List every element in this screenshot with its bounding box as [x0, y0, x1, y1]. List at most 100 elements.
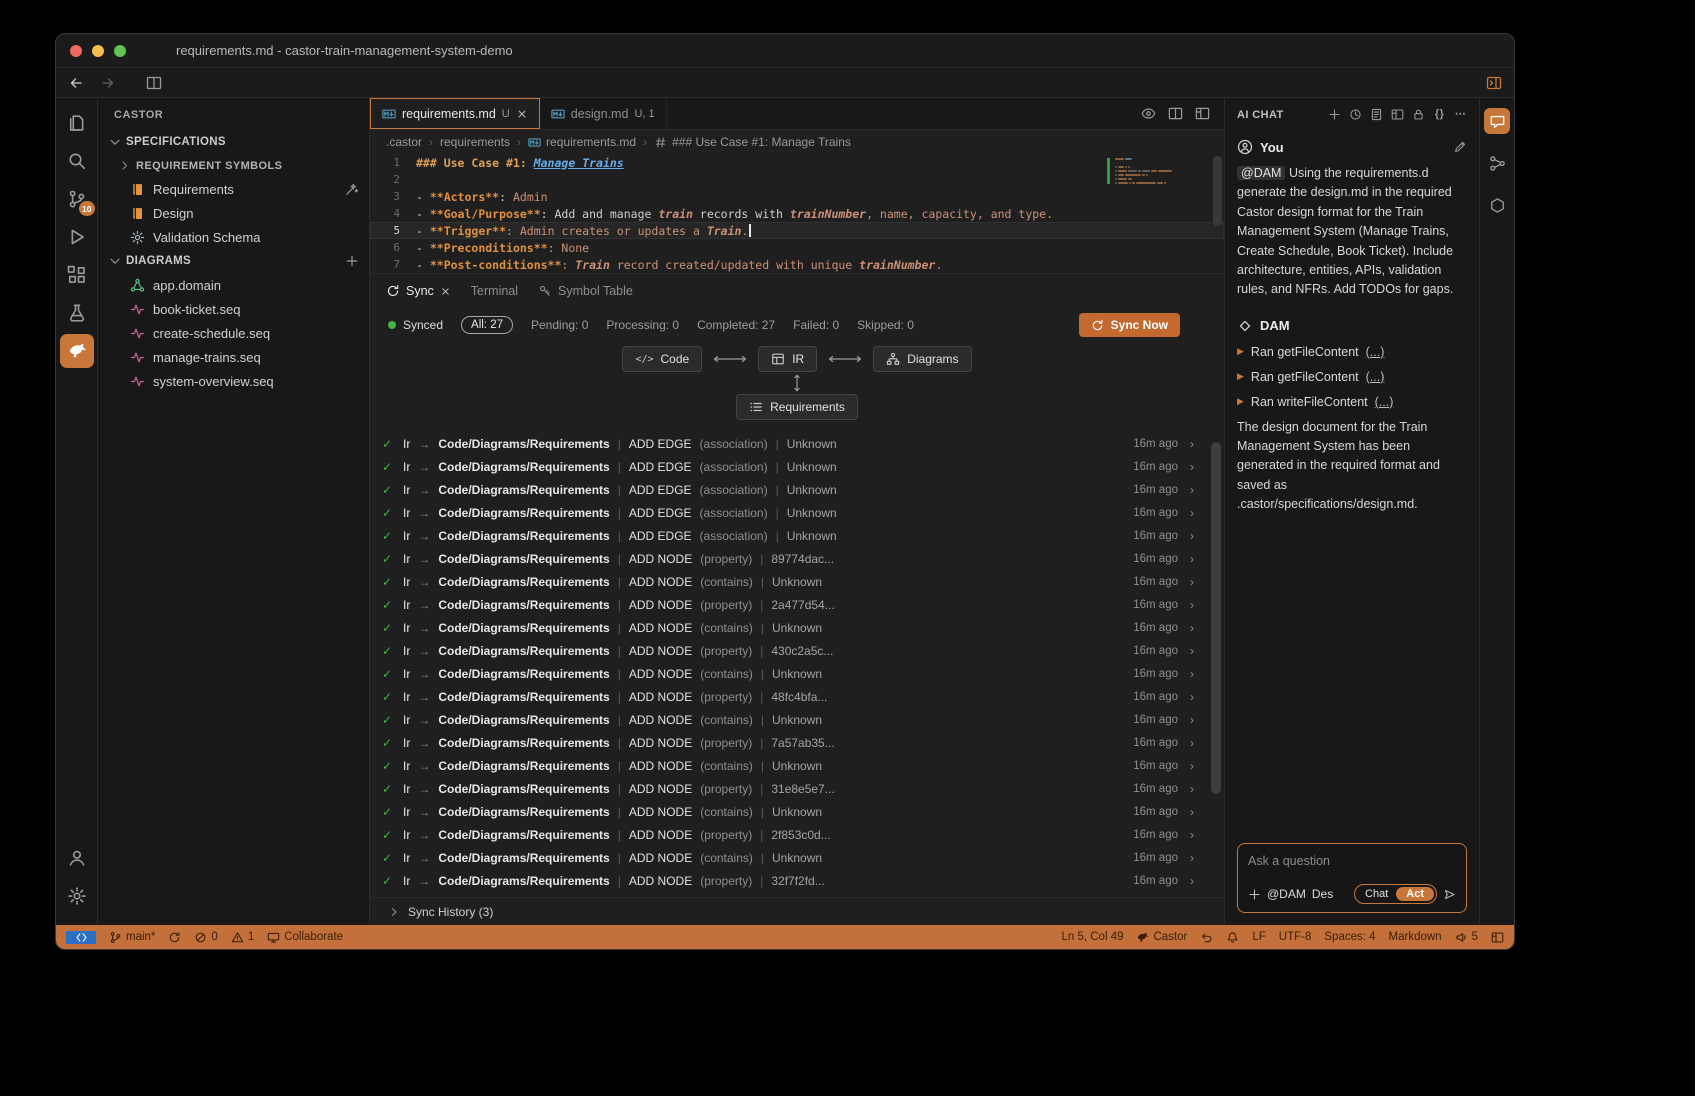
code-line[interactable]: 5- **Trigger**: Admin creates or updates…: [370, 222, 1224, 239]
expand-chevron-icon[interactable]: ›: [1190, 506, 1194, 520]
code-line[interactable]: 4- **Goal/Purpose**: Add and manage trai…: [370, 205, 1224, 222]
sync-now-button[interactable]: Sync Now: [1079, 313, 1180, 337]
panel-tab-sync[interactable]: Sync: [386, 284, 451, 298]
tree-item-validation-schema[interactable]: Validation Schema: [98, 225, 369, 249]
expand-chevron-icon[interactable]: ›: [1190, 483, 1194, 497]
preview-icon[interactable]: [1141, 106, 1156, 121]
statusbar-collaborate[interactable]: Collaborate: [267, 931, 343, 944]
expand-chevron-icon[interactable]: ›: [1190, 644, 1194, 658]
sync-filter-processing[interactable]: Processing: 0: [606, 318, 679, 332]
sync-event-row[interactable]: ✓Ir→Code/Diagrams/Requirements|ADD NODE(…: [378, 570, 1198, 593]
expand-chevron-icon[interactable]: ›: [1190, 782, 1194, 796]
code-line[interactable]: 2: [370, 171, 1224, 188]
tree-item-design[interactable]: Design: [98, 201, 369, 225]
sync-event-row[interactable]: ✓Ir→Code/Diagrams/Requirements|ADD NODE(…: [378, 754, 1198, 777]
breadcrumb-item[interactable]: requirements.md: [528, 135, 636, 149]
breadcrumb-item[interactable]: requirements: [440, 135, 510, 149]
expand-chevron-icon[interactable]: ›: [1190, 552, 1194, 566]
editor-scrollbar[interactable]: [1213, 156, 1222, 226]
edit-message-icon[interactable]: [1453, 140, 1467, 154]
flow-node-ir[interactable]: IR: [758, 346, 817, 372]
more-icon[interactable]: ⋯: [1454, 108, 1467, 121]
sync-event-row[interactable]: ✓Ir→Code/Diagrams/Requirements|ADD NODE(…: [378, 823, 1198, 846]
panel-tab-terminal[interactable]: Terminal: [471, 284, 518, 298]
expand-chevron-icon[interactable]: ›: [1190, 874, 1194, 888]
sync-event-row[interactable]: ✓Ir→Code/Diagrams/Requirements|ADD NODE(…: [378, 800, 1198, 823]
braces-icon[interactable]: {}: [1433, 108, 1446, 121]
expand-chevron-icon[interactable]: ›: [1190, 667, 1194, 681]
panel-scrollbar[interactable]: [1211, 442, 1221, 794]
note-icon[interactable]: [1370, 108, 1383, 121]
activity-castor-icon[interactable]: [60, 334, 94, 368]
expand-chevron-icon[interactable]: ›: [1190, 621, 1194, 635]
tree-item-manage-trains-seq[interactable]: manage-trains.seq: [98, 345, 369, 369]
lock-icon[interactable]: [1412, 108, 1425, 121]
sync-event-row[interactable]: ✓Ir→Code/Diagrams/Requirements|ADD EDGE(…: [378, 432, 1198, 455]
sync-event-row[interactable]: ✓Ir→Code/Diagrams/Requirements|ADD EDGE(…: [378, 501, 1198, 524]
tab-requirements.md[interactable]: requirements.mdU: [370, 98, 540, 129]
expand-chevron-icon[interactable]: ›: [1190, 851, 1194, 865]
statusbar-markdown[interactable]: Markdown: [1389, 931, 1442, 943]
activity-extensions-icon[interactable]: [60, 258, 94, 292]
expand-chevron-icon[interactable]: ›: [1190, 736, 1194, 750]
activity-run-debug-icon[interactable]: [60, 220, 94, 254]
code-line[interactable]: 3- **Actors**: Admin: [370, 188, 1224, 205]
layout-icon[interactable]: [1391, 108, 1404, 121]
code-editor[interactable]: 1### Use Case #1: Manage Trains23- **Act…: [370, 154, 1224, 273]
sync-event-row[interactable]: ✓Ir→Code/Diagrams/Requirements|ADD NODE(…: [378, 708, 1198, 731]
sync-event-row[interactable]: ✓Ir→Code/Diagrams/Requirements|ADD NODE(…: [378, 662, 1198, 685]
secondary-hexagon-icon[interactable]: [1484, 192, 1510, 218]
tree-group-requirement-symbols[interactable]: REQUIREMENT SYMBOLS: [98, 154, 369, 177]
activity-settings-gear-icon[interactable]: [60, 879, 94, 913]
breadcrumb-item[interactable]: ### Use Case #1: Manage Trains: [654, 135, 851, 149]
flow-node-requirements[interactable]: Requirements: [736, 394, 858, 420]
code-line[interactable]: 1### Use Case #1: Manage Trains: [370, 154, 1224, 171]
sync-filter-completed[interactable]: Completed: 27: [697, 318, 775, 332]
sync-history-row[interactable]: Sync History (3): [370, 897, 1224, 925]
minimize-window-button[interactable]: [92, 45, 104, 57]
expand-chevron-icon[interactable]: ›: [1190, 529, 1194, 543]
mention-chip[interactable]: @DAM: [1237, 166, 1285, 180]
section-header-diagrams[interactable]: DIAGRAMS: [98, 249, 369, 273]
panel-tab-symbol-table[interactable]: Symbol Table: [538, 284, 633, 298]
tree-item-system-overview-seq[interactable]: system-overview.seq: [98, 369, 369, 393]
activity-files-icon[interactable]: [60, 106, 94, 140]
layout-icon[interactable]: [1195, 106, 1210, 121]
code-line[interactable]: 6- **Preconditions**: None: [370, 239, 1224, 256]
history-icon[interactable]: [1349, 108, 1362, 121]
close-window-button[interactable]: [70, 45, 82, 57]
sync-event-row[interactable]: ✓Ir→Code/Diagrams/Requirements|ADD NODE(…: [378, 547, 1198, 570]
statusbar-5[interactable]: 5: [1455, 931, 1478, 944]
sync-filter-all[interactable]: All: 27: [461, 316, 513, 334]
forward-icon[interactable]: [100, 75, 116, 91]
expand-chevron-icon[interactable]: ›: [1190, 437, 1194, 451]
back-icon[interactable]: [68, 75, 84, 91]
split-editor-icon[interactable]: [1168, 106, 1183, 121]
statusbar-sync-arrows-icon[interactable]: [168, 931, 181, 944]
sync-event-row[interactable]: ✓Ir→Code/Diagrams/Requirements|ADD NODE(…: [378, 593, 1198, 616]
chat-act-toggle[interactable]: Chat Act: [1354, 884, 1437, 904]
activity-search-icon[interactable]: [60, 144, 94, 178]
tree-item-app-domain[interactable]: app.domain: [98, 273, 369, 297]
sync-event-row[interactable]: ✓Ir→Code/Diagrams/Requirements|ADD NODE(…: [378, 616, 1198, 639]
tool-call-args-link[interactable]: (...): [1366, 370, 1385, 384]
expand-chevron-icon[interactable]: ›: [1190, 828, 1194, 842]
expand-chevron-icon[interactable]: ›: [1190, 805, 1194, 819]
sync-event-row[interactable]: ✓Ir→Code/Diagrams/Requirements|ADD NODE(…: [378, 731, 1198, 754]
statusbar-main-[interactable]: main*: [109, 931, 155, 944]
expand-chevron-icon[interactable]: ›: [1190, 575, 1194, 589]
minimap[interactable]: [1115, 158, 1210, 186]
chat-mode-option[interactable]: Chat: [1357, 887, 1396, 901]
tool-call-row[interactable]: ▶Ran getFileContent(...): [1237, 370, 1467, 384]
sync-filter-pending[interactable]: Pending: 0: [531, 318, 588, 332]
secondary-chat-bubble-icon[interactable]: [1484, 108, 1510, 134]
sync-event-row[interactable]: ✓Ir→Code/Diagrams/Requirements|ADD EDGE(…: [378, 455, 1198, 478]
breadcrumb-item[interactable]: .castor: [386, 135, 422, 149]
code-line[interactable]: 7- **Post-conditions**: Train record cre…: [370, 256, 1224, 273]
tree-item-create-schedule-seq[interactable]: create-schedule.seq: [98, 321, 369, 345]
sync-event-row[interactable]: ✓Ir→Code/Diagrams/Requirements|ADD NODE(…: [378, 846, 1198, 869]
sync-event-row[interactable]: ✓Ir→Code/Diagrams/Requirements|ADD NODE(…: [378, 685, 1198, 708]
statusbar-spaces-4[interactable]: Spaces: 4: [1324, 931, 1375, 943]
statusbar-lf[interactable]: LF: [1252, 931, 1265, 943]
tool-call-row[interactable]: ▶Ran getFileContent(...): [1237, 345, 1467, 359]
